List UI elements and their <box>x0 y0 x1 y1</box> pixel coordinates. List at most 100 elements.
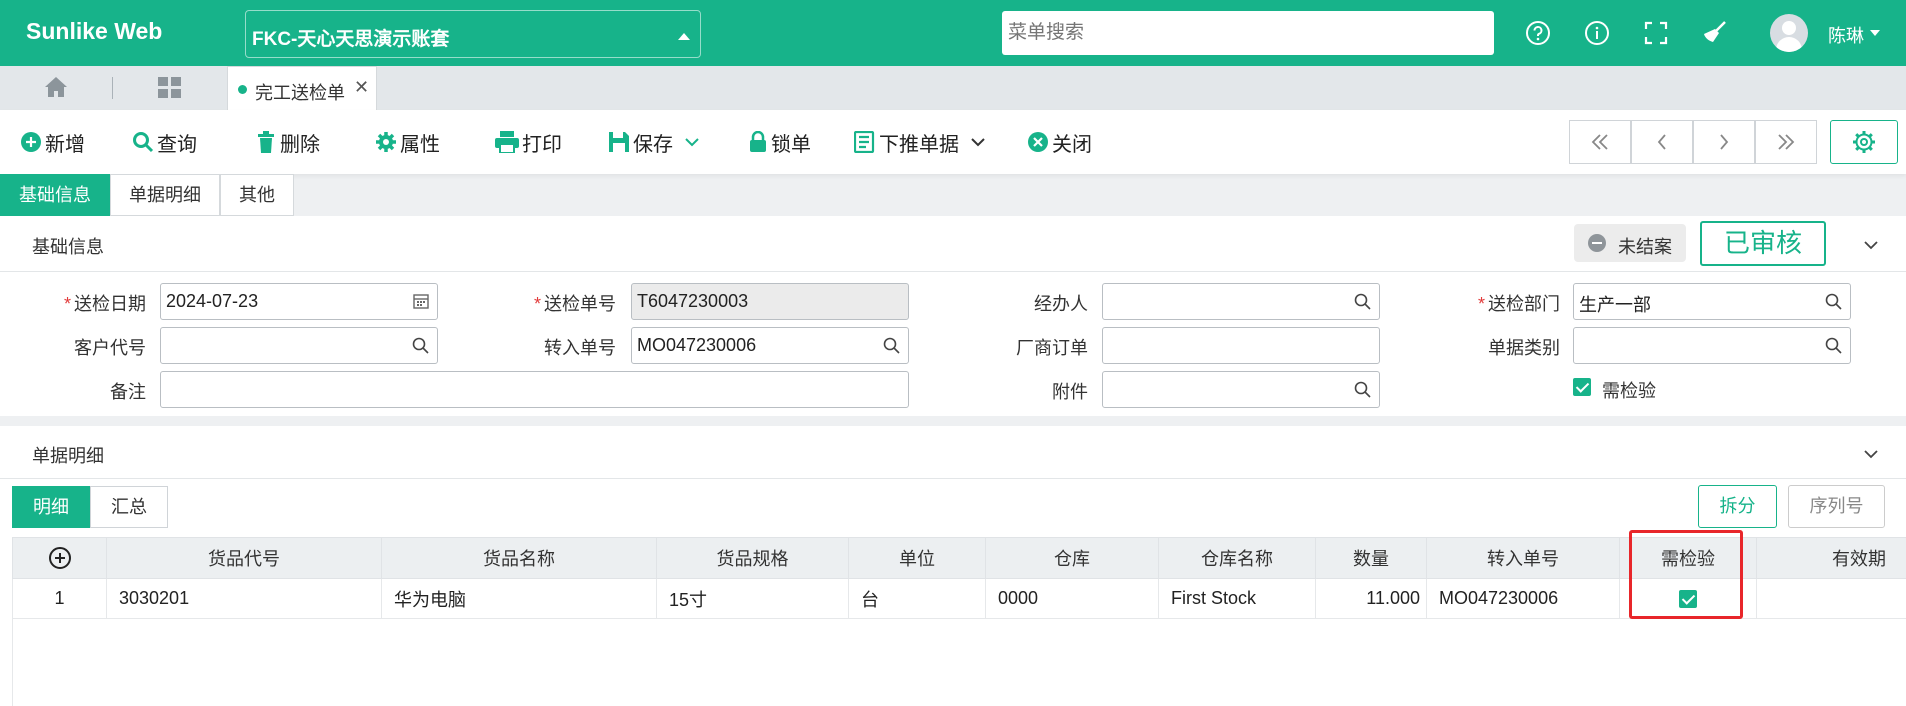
home-icon[interactable] <box>44 76 68 103</box>
col-header-code[interactable]: 货品代号 <box>106 537 382 579</box>
dept-field[interactable]: 生产一部 <box>1573 283 1851 320</box>
tab-basic-info[interactable]: 基础信息 <box>0 174 110 216</box>
col-header-expiry[interactable]: 有效期 <box>1756 537 1906 579</box>
printer-icon <box>495 131 519 153</box>
cell-warehouse-name[interactable]: First Stock <box>1158 578 1316 619</box>
handler-field[interactable] <box>1102 283 1380 320</box>
chevron-down-icon[interactable] <box>1870 30 1880 36</box>
broom-icon[interactable] <box>1701 19 1729 47</box>
user-name[interactable]: 陈琳 <box>1828 22 1864 48</box>
close-button[interactable]: 关闭 <box>1027 130 1092 156</box>
col-header-transfer-no[interactable]: 转入单号 <box>1426 537 1620 579</box>
doc-type-field[interactable] <box>1573 327 1851 364</box>
inspect-no-field[interactable]: T6047230003 <box>631 283 909 320</box>
section-tabs: 基础信息 单据明细 其他 <box>0 174 294 216</box>
dept-label: * 送检部门 <box>1477 294 1560 314</box>
gear-icon <box>1853 131 1875 153</box>
last-record-button[interactable] <box>1755 120 1817 164</box>
transfer-no-value: MO047230006 <box>637 335 757 355</box>
chevron-down-icon[interactable] <box>1864 447 1878 461</box>
minus-circle-icon <box>1588 234 1606 252</box>
cell-code[interactable]: 3030201 <box>106 578 382 619</box>
properties-button[interactable]: 属性 <box>375 130 440 156</box>
split-button[interactable]: 拆分 <box>1698 485 1777 528</box>
plus-circle-icon <box>48 547 71 569</box>
remark-field[interactable] <box>160 371 909 408</box>
close-circle-icon <box>1028 132 1048 152</box>
query-button[interactable]: 查询 <box>132 130 197 156</box>
col-header-name[interactable]: 货品名称 <box>381 537 657 579</box>
save-button[interactable]: 保存 <box>608 130 702 156</box>
serial-number-button[interactable]: 序列号 <box>1788 485 1885 528</box>
close-tab-icon[interactable]: ✕ <box>354 77 369 98</box>
customer-field[interactable] <box>160 327 438 364</box>
info-icon[interactable] <box>1583 19 1611 47</box>
col-header-warehouse-name[interactable]: 仓库名称 <box>1158 537 1316 579</box>
tab-document-detail[interactable]: 单据明细 <box>110 174 220 216</box>
col-header-spec[interactable]: 货品规格 <box>656 537 849 579</box>
prev-record-button[interactable] <box>1631 120 1693 164</box>
help-icon[interactable] <box>1524 19 1552 47</box>
settings-button[interactable] <box>1830 120 1898 164</box>
print-button[interactable]: 打印 <box>495 130 562 156</box>
lock-button[interactable]: 锁单 <box>748 130 811 156</box>
customer-label: 客户代号 <box>74 338 146 358</box>
add-button[interactable]: 新增 <box>20 130 85 156</box>
chevron-left-icon <box>1657 134 1666 150</box>
tab-summary[interactable]: 汇总 <box>90 486 168 528</box>
add-label: 新增 <box>45 133 85 156</box>
account-name: FKC-天心天思演示账套 <box>252 29 450 50</box>
account-selector[interactable]: FKC-天心天思演示账套 <box>245 10 701 58</box>
next-record-button[interactable] <box>1693 120 1755 164</box>
avatar[interactable] <box>1770 14 1808 52</box>
status-unclosed-label: 未结案 <box>1618 237 1672 257</box>
search-icon <box>412 337 429 354</box>
chevron-down-icon <box>685 138 699 147</box>
cell-spec[interactable]: 15寸 <box>656 578 849 619</box>
inspect-no-label: * 送检单号 <box>533 294 616 314</box>
cell-unit[interactable]: 台 <box>848 578 986 619</box>
search-icon <box>1354 293 1371 310</box>
search-icon <box>883 337 900 354</box>
cell-expiry[interactable] <box>1756 578 1906 619</box>
inspect-date-field[interactable]: 2024-07-23 <box>160 283 438 320</box>
chevron-down-icon <box>971 138 985 147</box>
grid-apps-icon[interactable] <box>158 77 182 104</box>
transfer-no-field[interactable]: MO047230006 <box>631 327 909 364</box>
chevron-down-icon[interactable] <box>1864 238 1878 252</box>
cell-qty[interactable]: 11.000 <box>1315 578 1427 619</box>
search-icon <box>1354 381 1371 398</box>
search-icon <box>1825 337 1842 354</box>
grid-empty-area <box>12 619 1906 706</box>
top-bar: Sunlike Web FKC-天心天思演示账套 陈琳 <box>0 0 1906 66</box>
need-inspect-checkbox[interactable] <box>1573 378 1591 396</box>
detail-grid: 货品代号 货品名称 货品规格 单位 仓库 仓库名称 数量 转入单号 需检验 有效… <box>12 537 1906 619</box>
status-unclosed-badge: 未结案 <box>1574 224 1686 262</box>
tab-document[interactable]: 完工送检单 ✕ <box>227 66 377 110</box>
vendor-order-label: 厂商订单 <box>1016 338 1088 358</box>
delete-button[interactable]: 删除 <box>255 130 320 156</box>
attachment-field[interactable] <box>1102 371 1380 408</box>
cell-warehouse[interactable]: 0000 <box>985 578 1159 619</box>
first-record-button[interactable] <box>1569 120 1631 164</box>
menu-search-input[interactable] <box>1002 11 1494 55</box>
table-row[interactable]: 1 3030201 华为电脑 15寸 台 0000 First Stock 11… <box>12 578 1906 619</box>
fullscreen-icon[interactable] <box>1642 19 1670 47</box>
cell-transfer-no[interactable]: MO047230006 <box>1426 578 1620 619</box>
print-label: 打印 <box>522 133 562 156</box>
cell-name[interactable]: 华为电脑 <box>381 578 657 619</box>
calendar-icon <box>413 294 429 309</box>
col-header-warehouse[interactable]: 仓库 <box>985 537 1159 579</box>
gear-icon <box>376 132 396 152</box>
col-header-unit[interactable]: 单位 <box>848 537 986 579</box>
vendor-order-field[interactable] <box>1102 327 1380 364</box>
detail-title: 单据明细 <box>32 446 104 466</box>
tab-other[interactable]: 其他 <box>220 174 294 216</box>
push-down-button[interactable]: 下推单据 <box>854 130 988 156</box>
app-brand: Sunlike Web <box>26 18 163 44</box>
lock-label: 锁单 <box>771 133 811 156</box>
tab-detail[interactable]: 明细 <box>12 486 90 528</box>
inspect-date-label: * 送检日期 <box>63 294 146 314</box>
col-header-qty[interactable]: 数量 <box>1315 537 1427 579</box>
add-row-header[interactable] <box>12 537 107 579</box>
